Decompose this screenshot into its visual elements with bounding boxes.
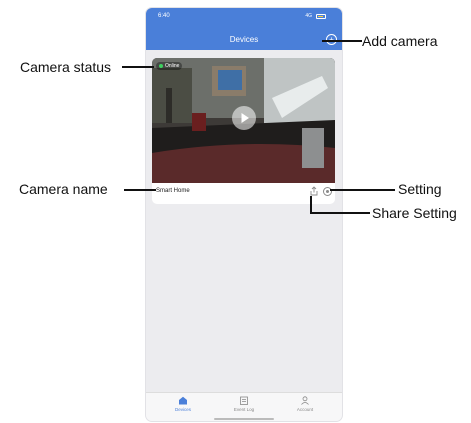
share-setting-button[interactable] <box>309 186 319 196</box>
leader-camera-status <box>122 66 154 68</box>
leader-share-setting <box>310 212 370 214</box>
online-indicator-icon <box>159 64 163 68</box>
callout-share-setting: Share Setting <box>372 205 457 221</box>
page-title: Devices <box>229 35 259 44</box>
camera-card[interactable]: Online Smart Home <box>152 58 335 204</box>
callout-camera-name: Camera name <box>19 181 108 197</box>
camera-status-text: Online <box>165 63 180 69</box>
app-header: 6:40 4G Devices + <box>146 8 342 50</box>
leader-camera-name <box>124 189 156 191</box>
status-time: 6:40 <box>158 13 170 19</box>
leader-setting <box>330 189 395 191</box>
account-icon <box>301 396 309 405</box>
home-indicator <box>214 418 274 420</box>
callout-add-camera: Add camera <box>362 33 438 49</box>
tab-bar: Devices Event Log Account <box>146 392 342 421</box>
leader-add-camera <box>322 40 362 42</box>
play-icon <box>241 113 249 123</box>
camera-status-badge: Online <box>156 62 183 70</box>
network-indicator: 4G <box>305 13 312 19</box>
callout-setting: Setting <box>398 181 442 197</box>
tab-label: Event Log <box>233 407 255 412</box>
tab-devices[interactable]: Devices <box>158 396 208 412</box>
event-log-icon <box>240 396 248 405</box>
phone-screen: 6:40 4G Devices + Online <box>146 8 342 421</box>
home-icon <box>179 396 187 405</box>
tab-event-log[interactable]: Event Log <box>219 396 269 412</box>
play-button[interactable] <box>232 106 256 130</box>
camera-name: Smart Home <box>156 188 190 194</box>
tab-label: Devices <box>174 407 191 412</box>
tab-label: Account <box>296 407 314 412</box>
tab-account[interactable]: Account <box>280 396 330 412</box>
callout-camera-status: Camera status <box>20 59 112 75</box>
battery-icon <box>316 14 326 19</box>
